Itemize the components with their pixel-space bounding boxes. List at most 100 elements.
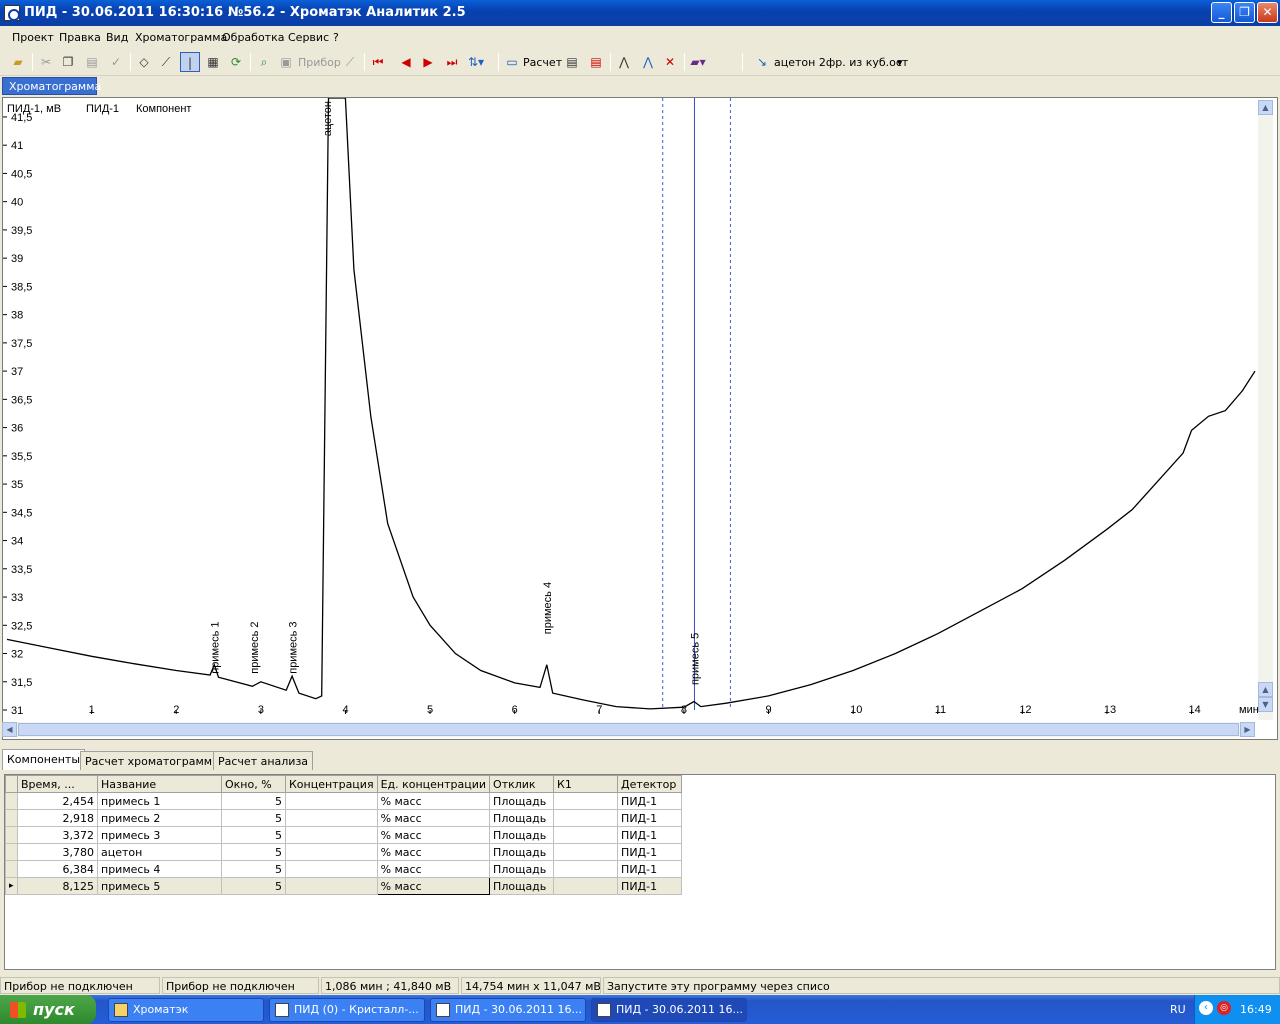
table-row[interactable]: 6,384 примесь 4 5 % масс Площадь ПИД-1 — [5, 860, 683, 878]
chromatogram-chart[interactable]: ПИД-1, мВ ПИД-1 Компонент 41,54140,54039… — [3, 98, 1277, 739]
table-cell[interactable] — [553, 877, 619, 895]
prev-icon[interactable]: ◀ — [396, 52, 416, 72]
table-cell[interactable]: 5 — [221, 809, 286, 827]
table-cell[interactable]: ПИД-1 — [617, 877, 683, 895]
table-cell[interactable]: 2,454 — [17, 792, 98, 810]
menu-project[interactable]: Проект — [12, 31, 54, 44]
close-button[interactable]: ✕ — [1257, 2, 1278, 23]
table-cell[interactable] — [553, 809, 619, 827]
task-folder[interactable]: Хроматэк — [108, 998, 264, 1022]
open-icon[interactable]: ▰ — [8, 52, 28, 72]
table-cell[interactable]: примесь 4 — [97, 860, 222, 878]
minimize-button[interactable]: _ — [1211, 2, 1232, 23]
table-cell[interactable] — [285, 809, 378, 827]
properties-icon[interactable]: ▦ — [203, 52, 223, 72]
table-cell[interactable]: % масс — [376, 792, 491, 810]
tray-expand-icon[interactable]: ‹ — [1199, 1001, 1213, 1015]
table-cell[interactable]: 5 — [221, 826, 286, 844]
maximize-button[interactable]: ❐ — [1234, 2, 1255, 23]
table-cell[interactable]: 5 — [221, 877, 286, 895]
scroll-left-icon[interactable]: ◀ — [2, 722, 17, 737]
table-cell[interactable]: ПИД-1 — [617, 826, 683, 844]
chart-icon[interactable]: ⟋ — [156, 52, 176, 72]
table-row[interactable]: 2,454 примесь 1 5 % масс Площадь ПИД-1 — [5, 792, 683, 810]
table-cell[interactable]: % масс — [376, 860, 491, 878]
column-header[interactable]: Название — [97, 775, 222, 793]
vertical-scrollbar[interactable]: ▲ ▼ ▲ — [1258, 100, 1273, 720]
table-cell[interactable]: Площадь — [489, 826, 555, 844]
table-cell[interactable]: 5 — [221, 792, 286, 810]
table-cell[interactable] — [553, 843, 619, 861]
table-cell[interactable]: ПИД-1 — [617, 843, 683, 861]
column-header[interactable]: Концентрация — [285, 775, 378, 793]
table-cell[interactable]: 5 — [221, 843, 286, 861]
task-crystal[interactable]: ПИД (0) - Кристалл-... — [269, 998, 425, 1022]
table-cell[interactable] — [553, 860, 619, 878]
tray-antivirus-icon[interactable]: ◎ — [1217, 1001, 1231, 1015]
table-cell[interactable]: 6,384 — [17, 860, 98, 878]
row-selector[interactable] — [5, 860, 18, 878]
column-header[interactable]: Окно, % — [221, 775, 286, 793]
last-icon[interactable]: ⏭ — [442, 52, 462, 72]
scroll-right-icon[interactable]: ▶ — [1240, 722, 1255, 737]
horizontal-scrollbar[interactable]: ◀ ▶ — [2, 722, 1255, 737]
peaks-icon[interactable]: ⋀ — [614, 52, 634, 72]
table-cell[interactable] — [285, 877, 378, 895]
menu-edit[interactable]: Правка — [59, 31, 101, 44]
report2-icon[interactable]: ▤ — [586, 52, 606, 72]
table-row[interactable]: ▸ 8,125 примесь 5 5 % масс Площадь ПИД-1 — [5, 877, 683, 895]
table-cell[interactable]: 3,780 — [17, 843, 98, 861]
table-cell[interactable] — [553, 826, 619, 844]
task-pid-1[interactable]: ПИД - 30.06.2011 16... — [430, 998, 586, 1022]
table-cell[interactable]: Площадь — [489, 843, 555, 861]
table-cell[interactable]: Площадь — [489, 860, 555, 878]
menu-help[interactable]: ? — [333, 31, 339, 44]
table-cell[interactable]: 3,372 — [17, 826, 98, 844]
table-cell[interactable]: Площадь — [489, 877, 555, 895]
library-icon[interactable]: ▰▾ — [688, 52, 708, 72]
report-icon[interactable]: ▤ — [562, 52, 582, 72]
method-label[interactable]: ацетон 2фр. из куб.ост — [774, 56, 908, 69]
scroll-thumb[interactable] — [18, 723, 1239, 736]
table-cell[interactable]: ПИД-1 — [617, 860, 683, 878]
table-cell[interactable]: % масс — [376, 877, 491, 895]
cut-icon[interactable]: ✂ — [36, 52, 56, 72]
column-header[interactable]: Ед. концентрации — [376, 775, 491, 793]
menu-chromatogram[interactable]: Хроматограмма — [135, 31, 227, 44]
start-button[interactable]: пуск — [0, 995, 96, 1024]
table-cell[interactable] — [285, 860, 378, 878]
tab-components[interactable]: Компоненты — [2, 749, 86, 770]
markers-icon[interactable]: ⇅▾ — [466, 52, 486, 72]
copy-icon[interactable]: ❐ — [58, 52, 78, 72]
row-selector[interactable] — [5, 843, 18, 861]
table-cell[interactable]: ПИД-1 — [617, 809, 683, 827]
table-row[interactable]: 3,780 ацетон 5 % масс Площадь ПИД-1 — [5, 843, 683, 861]
table-cell[interactable] — [553, 792, 619, 810]
chevron-down-icon[interactable]: ▾ — [897, 56, 903, 69]
table-cell[interactable]: Площадь — [489, 809, 555, 827]
instrument-icon[interactable]: ▣ — [276, 52, 296, 72]
zoom-icon[interactable]: ⌕ — [254, 52, 274, 72]
menu-processing[interactable]: Обработка — [222, 31, 284, 44]
table-cell[interactable] — [285, 826, 378, 844]
cursor-line-icon[interactable]: | — [180, 52, 200, 72]
table-cell[interactable]: ПИД-1 — [617, 792, 683, 810]
tab-chromatogram[interactable]: Хроматограмма — [2, 77, 101, 95]
scroll-up-small-icon[interactable]: ▲ — [1258, 682, 1273, 697]
table-cell[interactable]: % масс — [376, 809, 491, 827]
row-selector[interactable] — [5, 809, 18, 827]
next-icon[interactable]: ▶ — [418, 52, 438, 72]
menu-view[interactable]: Вид — [106, 31, 128, 44]
table-cell[interactable]: примесь 2 — [97, 809, 222, 827]
table-cell[interactable] — [285, 843, 378, 861]
table-cell[interactable]: 2,918 — [17, 809, 98, 827]
check-icon[interactable]: ✓ — [106, 52, 126, 72]
table-row[interactable]: 3,372 примесь 3 5 % масс Площадь ПИД-1 — [5, 826, 683, 844]
table-cell[interactable]: 8,125 — [17, 877, 98, 895]
table-cell[interactable]: 5 — [221, 860, 286, 878]
scroll-up-icon[interactable]: ▲ — [1258, 100, 1273, 115]
table-cell[interactable] — [285, 792, 378, 810]
peaks2-icon[interactable]: ⋀ — [638, 52, 658, 72]
table-row[interactable]: 2,918 примесь 2 5 % масс Площадь ПИД-1 — [5, 809, 683, 827]
method-icon[interactable]: ↘ — [752, 52, 772, 72]
